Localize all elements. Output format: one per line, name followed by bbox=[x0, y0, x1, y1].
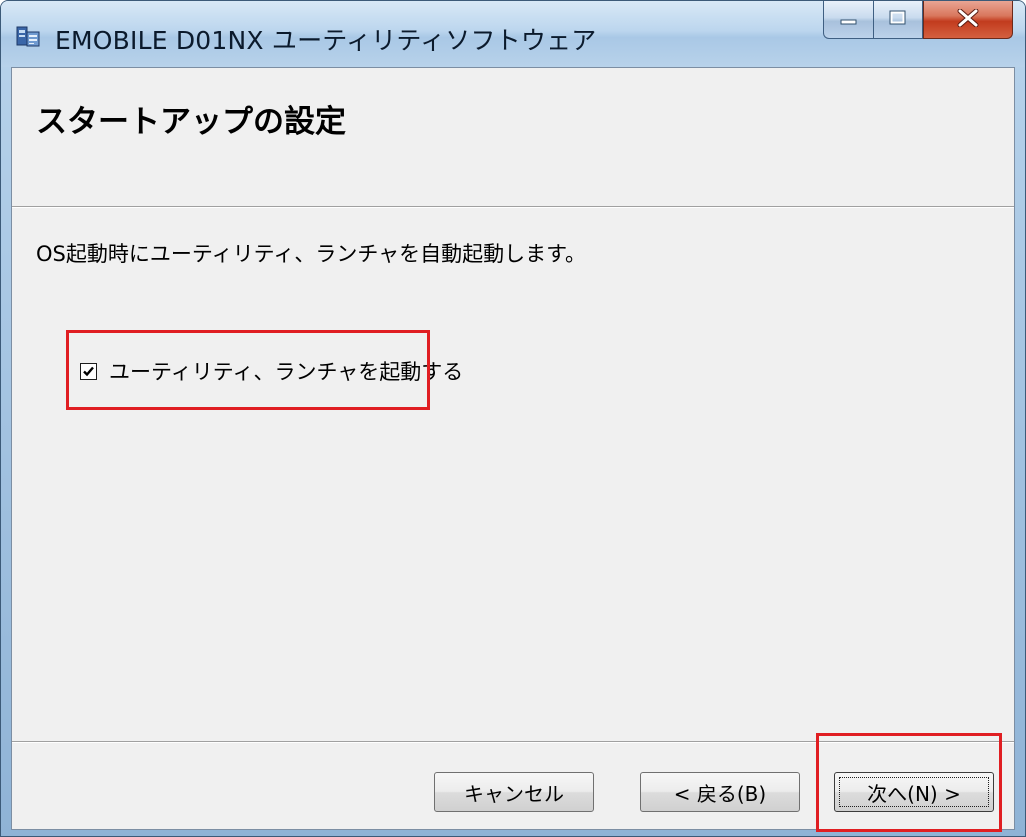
checkbox-highlight-box bbox=[66, 330, 430, 410]
title-bar[interactable]: EMOBILE D01NX ユーティリティソフトウェア bbox=[1, 1, 1025, 67]
caption-buttons bbox=[823, 1, 1013, 39]
next-button-highlight-box bbox=[816, 733, 1002, 832]
cancel-button[interactable]: キャンセル bbox=[434, 772, 594, 812]
close-icon bbox=[957, 8, 979, 31]
page-title: スタートアップの設定 bbox=[36, 104, 346, 140]
minimize-button[interactable] bbox=[823, 1, 873, 39]
header-panel: スタートアップの設定 bbox=[12, 68, 1014, 207]
maximize-button[interactable] bbox=[873, 1, 923, 39]
minimize-icon bbox=[840, 10, 858, 29]
description-text: OS起動時にユーティリティ、ランチャを自動起動します。 bbox=[36, 242, 587, 266]
installer-window: EMOBILE D01NX ユーティリティソフトウェア スタートアップの設定 O… bbox=[0, 0, 1026, 837]
app-icon bbox=[15, 23, 41, 49]
close-button[interactable] bbox=[923, 1, 1013, 39]
window-title: EMOBILE D01NX ユーティリティソフトウェア bbox=[55, 26, 597, 55]
back-button[interactable]: < 戻る(B) bbox=[640, 772, 800, 812]
maximize-icon bbox=[889, 10, 907, 30]
dialog-client-area: スタートアップの設定 OS起動時にユーティリティ、ランチャを自動起動します。 ユ… bbox=[11, 67, 1015, 830]
